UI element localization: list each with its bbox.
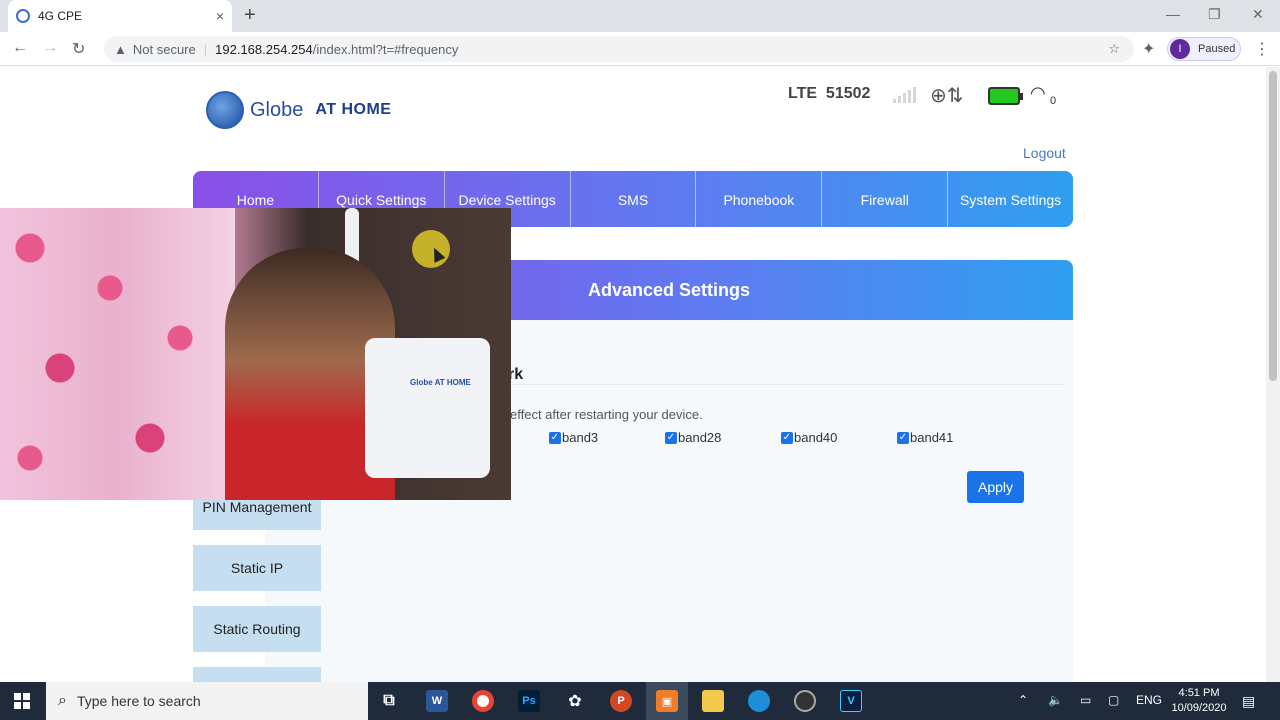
address-divider: |	[203, 41, 208, 57]
clock-time: 4:51 PM	[1178, 687, 1220, 699]
browser-toolbar: ← → ↻ ▲ Not secure | 192.168.254.254 /in…	[0, 32, 1280, 66]
battery-tray-icon[interactable]: ▭	[1080, 693, 1091, 707]
nav-firewall[interactable]: Firewall	[822, 171, 949, 227]
nav-system-settings[interactable]: System Settings	[948, 171, 1073, 227]
band-label: band41	[910, 430, 954, 445]
band40-checkbox[interactable]: ✓ band40	[781, 430, 837, 445]
battery-icon	[988, 87, 1023, 105]
restore-icon[interactable]: ❐	[1208, 6, 1221, 23]
router-device	[365, 338, 490, 478]
band41-checkbox[interactable]: ✓ band41	[897, 430, 953, 445]
checkbox-checked-icon: ✓	[665, 431, 677, 444]
sidebar-item-static-routing[interactable]: Static Routing	[193, 606, 321, 652]
logout-link[interactable]: Logout	[1023, 145, 1066, 161]
vpn-icon[interactable]: V	[840, 690, 862, 712]
windows-start-icon[interactable]	[14, 693, 30, 709]
browser-tab[interactable]: 4G CPE ×	[8, 0, 232, 32]
globe-logo-icon	[206, 91, 244, 129]
profile-button[interactable]: I Paused	[1167, 37, 1241, 61]
nav-phonebook[interactable]: Phonebook	[696, 171, 823, 227]
scrollbar-thumb[interactable]	[1269, 71, 1277, 381]
network-type: LTE	[788, 85, 818, 102]
globe-at-home-logo: Globe AT HOME	[206, 91, 391, 129]
avatar: I	[1170, 39, 1190, 59]
clock-date: 10/09/2020	[1171, 702, 1227, 714]
taskbar-search[interactable]: ⌕ Type here to search	[46, 682, 368, 720]
curtain-background	[0, 208, 235, 500]
tab-close-icon[interactable]: ×	[216, 8, 224, 24]
forward-icon[interactable]: →	[42, 39, 58, 57]
obs-icon[interactable]	[794, 690, 816, 712]
checkbox-checked-icon: ✓	[781, 431, 793, 444]
taskbar-clock[interactable]: 4:51 PM 10/09/2020	[1168, 686, 1230, 716]
photoshop-icon[interactable]: Ps	[518, 690, 540, 712]
nav-sms[interactable]: SMS	[571, 171, 697, 227]
router-label: Globe AT HOME	[410, 378, 471, 387]
powerpoint-icon[interactable]: P	[610, 690, 632, 712]
band3-checkbox[interactable]: ✓ band3	[549, 430, 598, 445]
word-icon[interactable]: W	[426, 690, 448, 712]
close-window-icon[interactable]: ✕	[1252, 6, 1264, 23]
wifi-client-count: 0	[1050, 95, 1057, 107]
app-icon[interactable]: ✿	[564, 690, 586, 712]
restart-note: effect after restarting your device.	[510, 407, 703, 422]
browser-tab-strip: 4G CPE × + — ❐ ✕	[0, 0, 1280, 32]
chrome-icon[interactable]	[472, 690, 494, 712]
network-code: 51502	[825, 85, 871, 102]
band-label: band40	[794, 430, 838, 445]
windows-taskbar: ⌕ Type here to search ⧉ W Ps ✿ P ▣ V ⌃ 🔈…	[0, 682, 1280, 720]
edge-icon[interactable]	[748, 690, 770, 712]
network-tray-icon[interactable]: ▢	[1108, 693, 1119, 707]
profile-status: Paused	[1198, 43, 1236, 55]
wifi-icon: ◠	[1030, 83, 1046, 103]
band-label: band3	[562, 430, 599, 445]
band-label: band28	[678, 430, 722, 445]
band28-checkbox[interactable]: ✓ band28	[665, 430, 721, 445]
checkbox-checked-icon: ✓	[897, 431, 909, 444]
recorder-icon[interactable]: ▣	[656, 690, 678, 712]
section-divider	[445, 384, 1065, 385]
address-bar[interactable]: ▲ Not secure | 192.168.254.254 /index.ht…	[104, 36, 1134, 62]
checkbox-checked-icon: ✓	[549, 431, 561, 444]
language-indicator[interactable]: ENG	[1136, 693, 1162, 707]
sidebar-item-next[interactable]	[193, 667, 321, 682]
not-secure-label: Not secure	[132, 41, 196, 57]
extensions-icon[interactable]: ✦	[1142, 39, 1155, 59]
tab-favicon-icon	[16, 9, 30, 23]
logo-home-text: AT HOME	[315, 101, 392, 118]
task-view-icon[interactable]: ⧉	[378, 690, 400, 712]
sidebar-item-static-ip[interactable]: Static IP	[193, 545, 321, 591]
back-icon[interactable]: ←	[12, 39, 28, 57]
file-explorer-icon[interactable]	[702, 690, 724, 712]
search-icon: ⌕	[58, 692, 67, 709]
notification-icon[interactable]: ▤	[1242, 693, 1255, 710]
bookmark-star-icon[interactable]: ☆	[1108, 41, 1120, 57]
url-path: /index.html?t=#frequency	[312, 41, 459, 57]
internet-status-icon: ⊕⇅	[930, 85, 964, 107]
volume-icon[interactable]: 🔈	[1048, 693, 1063, 707]
minimize-icon[interactable]: —	[1166, 6, 1180, 22]
logo-globe-text: Globe	[250, 98, 304, 121]
tab-title: 4G CPE	[38, 9, 83, 23]
new-tab-button[interactable]: +	[244, 4, 256, 27]
signal-strength-icon	[893, 87, 916, 103]
menu-kebab-icon[interactable]: ⋮	[1254, 39, 1270, 59]
network-status: LTE 51502	[788, 85, 870, 103]
url-host: 192.168.254.254	[215, 41, 313, 57]
warning-icon: ▲	[114, 41, 127, 57]
reload-icon[interactable]: ↻	[72, 39, 85, 59]
apply-button[interactable]: Apply	[967, 471, 1024, 503]
page-scrollbar[interactable]	[1266, 67, 1280, 682]
search-placeholder: Type here to search	[76, 693, 201, 709]
tray-chevron-icon[interactable]: ⌃	[1018, 693, 1028, 707]
